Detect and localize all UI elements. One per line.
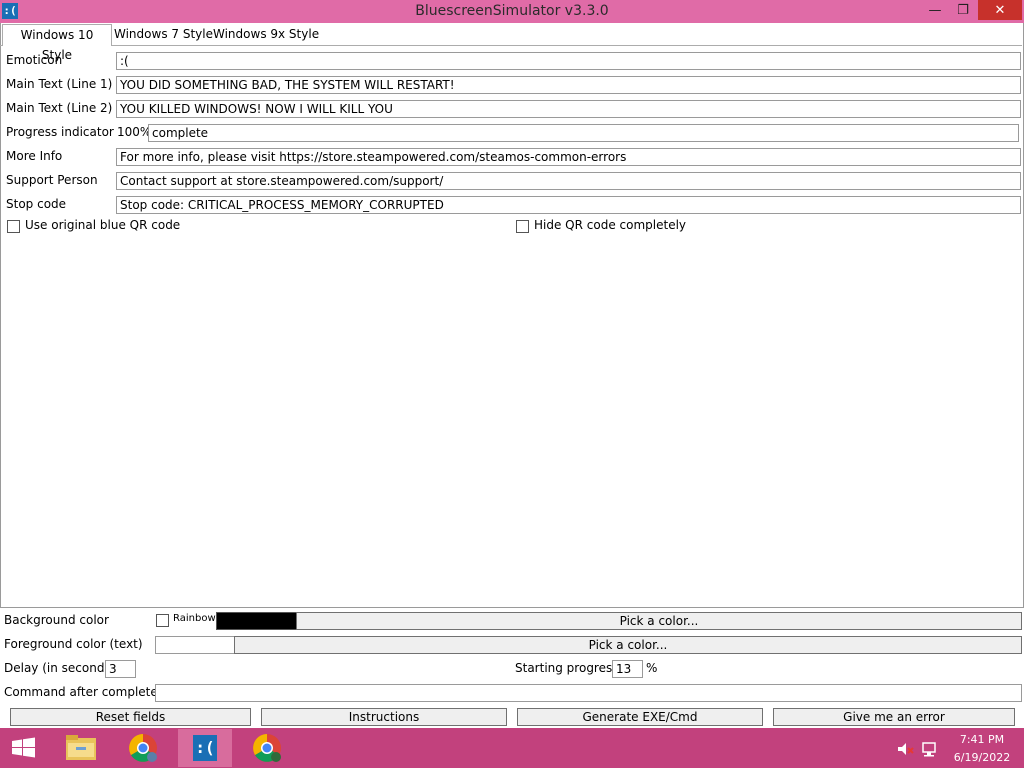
progress-input[interactable]: complete bbox=[148, 124, 1019, 142]
pick-foreground-color-button[interactable]: Pick a color... bbox=[234, 636, 1022, 654]
original-qr-label: Use original blue QR code bbox=[25, 218, 181, 232]
starting-progress-input[interactable]: 13 bbox=[612, 660, 643, 678]
clock-time[interactable]: 7:41 PM bbox=[950, 733, 1014, 746]
delay-label: Delay (in seconds) bbox=[4, 661, 116, 675]
rainbow-label: Rainbow bbox=[173, 613, 216, 624]
generate-button[interactable]: Generate EXE/Cmd bbox=[517, 708, 763, 726]
foreground-color-label: Foreground color (text) bbox=[4, 637, 143, 651]
main-text-2-input[interactable]: YOU KILLED WINDOWS! NOW I WILL KILL YOU bbox=[116, 100, 1021, 118]
support-person-label: Support Person bbox=[6, 173, 98, 187]
progress-prefix: 100% bbox=[117, 125, 152, 139]
main-text-1-label: Main Text (Line 1) bbox=[6, 77, 113, 91]
main-text-1-input[interactable]: YOU DID SOMETHING BAD, THE SYSTEM WILL R… bbox=[116, 76, 1021, 94]
delay-input[interactable]: 3 bbox=[105, 660, 136, 678]
minimize-button[interactable]: — bbox=[920, 0, 950, 21]
pick-background-color-button[interactable]: Pick a color... bbox=[296, 612, 1022, 630]
stop-code-input[interactable]: Stop code: CRITICAL_PROCESS_MEMORY_CORRU… bbox=[116, 196, 1021, 214]
windows-start-icon[interactable] bbox=[0, 728, 48, 768]
chrome-profile-icon[interactable] bbox=[240, 729, 294, 767]
window-title: BluescreenSimulator v3.3.0 bbox=[415, 3, 609, 19]
emoticon-input[interactable]: :( bbox=[116, 52, 1021, 70]
background-color-swatch bbox=[216, 612, 298, 630]
bottom-separator bbox=[0, 607, 1024, 608]
stop-code-label: Stop code bbox=[6, 197, 67, 211]
support-person-input[interactable]: Contact support at store.steampowered.co… bbox=[116, 172, 1021, 190]
more-info-label: More Info bbox=[6, 149, 63, 163]
hide-qr-checkbox[interactable] bbox=[516, 220, 529, 233]
tab-windows-9x[interactable]: Windows 9x Style bbox=[209, 24, 323, 44]
more-info-input[interactable]: For more info, please visit https://stor… bbox=[116, 148, 1021, 166]
tab-windows-10[interactable]: Windows 10 Style bbox=[2, 24, 112, 62]
instructions-button[interactable]: Instructions bbox=[261, 708, 507, 726]
maximize-button[interactable]: ❐ bbox=[948, 0, 978, 21]
network-icon[interactable] bbox=[920, 740, 938, 758]
reset-fields-button[interactable]: Reset fields bbox=[10, 708, 251, 726]
emoticon-label: Emoticon bbox=[6, 53, 63, 67]
bluescreen-icon-glyph: :( bbox=[193, 735, 217, 761]
clock-date[interactable]: 6/19/2022 bbox=[950, 751, 1014, 764]
percent-sign: % bbox=[646, 661, 658, 675]
main-text-2-label: Main Text (Line 2) bbox=[6, 101, 113, 115]
background-color-label: Background color bbox=[4, 613, 109, 627]
close-button[interactable]: ✕ bbox=[978, 0, 1022, 20]
foreground-color-swatch bbox=[155, 636, 236, 654]
give-error-button[interactable]: Give me an error bbox=[773, 708, 1015, 726]
command-input[interactable] bbox=[155, 684, 1022, 702]
original-qr-checkbox[interactable] bbox=[7, 220, 20, 233]
command-label: Command after complete bbox=[4, 685, 158, 699]
chrome-icon[interactable] bbox=[116, 729, 170, 767]
rainbow-checkbox[interactable] bbox=[156, 614, 169, 627]
bluescreen-simulator-taskbar-icon[interactable]: :( bbox=[178, 729, 232, 767]
tab-windows-7[interactable]: Windows 7 Style bbox=[110, 24, 217, 44]
starting-progress-label: Starting progress bbox=[515, 661, 619, 675]
volume-muted-icon[interactable] bbox=[896, 740, 914, 758]
hide-qr-label: Hide QR code completely bbox=[534, 218, 687, 232]
file-explorer-icon[interactable] bbox=[54, 729, 108, 767]
progress-label: Progress indicator bbox=[6, 125, 114, 139]
